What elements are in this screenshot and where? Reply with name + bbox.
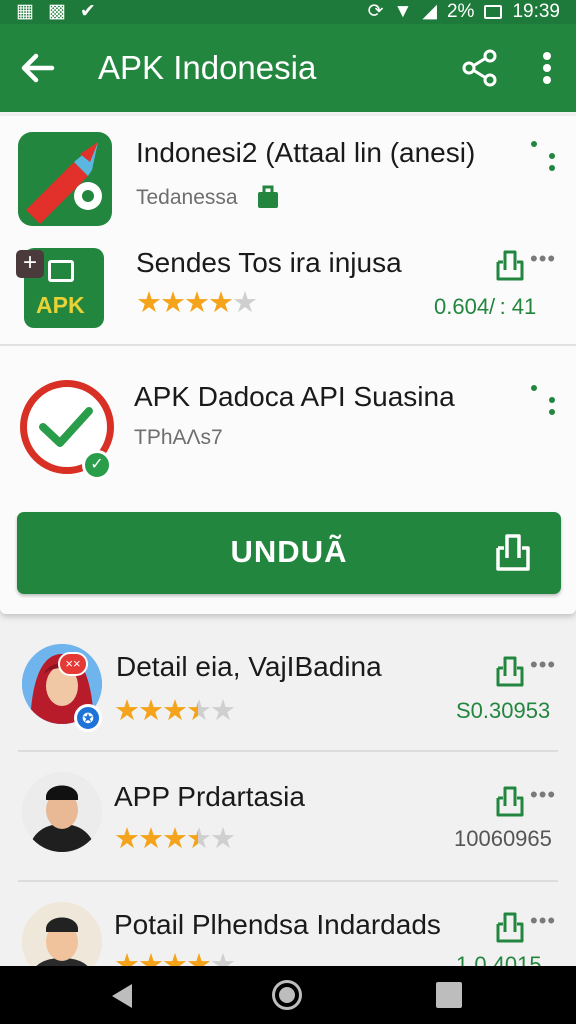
overflow-dots-icon[interactable]: ••• — [530, 652, 556, 678]
app-icon[interactable] — [18, 132, 112, 226]
download-bag-icon[interactable] — [494, 248, 526, 282]
star-icon: ★ — [162, 823, 188, 855]
detail-item-title: APK Dadoca API Suasina — [134, 381, 455, 412]
app-bar: APK Indonesia — [0, 24, 576, 112]
star-icon: ★ — [136, 287, 162, 319]
download-bag-icon[interactable] — [494, 910, 526, 944]
list-item-rating: ★ ★ ★ ★ ★ — [114, 823, 236, 855]
share-icon[interactable] — [460, 48, 500, 88]
rocket-icon — [26, 142, 102, 224]
list-item-value: S0.30953 — [456, 698, 551, 723]
star-icon: ★ — [208, 287, 234, 319]
clock: 19:39 — [512, 0, 560, 22]
apk-icon-label: APK — [36, 292, 85, 318]
apk-item-rating: ★ ★ ★ ★ ★ — [136, 287, 258, 319]
signal-icon: ◢ — [422, 1, 437, 22]
star-icon: ★ — [162, 695, 188, 727]
star-icon: ★ — [210, 823, 236, 855]
download-button-label: UNDUÃ — [230, 534, 348, 569]
download-bag-icon — [496, 534, 530, 571]
more-vert-icon[interactable] — [530, 46, 564, 90]
download-bag-icon[interactable] — [494, 784, 526, 818]
nav-home-icon[interactable] — [272, 980, 302, 1010]
nav-back-icon[interactable] — [108, 982, 136, 1010]
developer-badge-icon — [258, 185, 278, 208]
star-icon: ★ — [232, 287, 258, 319]
notification-icon: ▩ — [47, 1, 66, 22]
star-icon: ★ — [114, 823, 140, 855]
avatar[interactable] — [22, 772, 102, 852]
apk-item-version: 0.604/ : 41 — [434, 294, 537, 319]
sync-icon: ⟳ — [367, 1, 384, 22]
star-icon: ★ — [184, 287, 210, 319]
notification-icon: ▦ — [16, 1, 34, 22]
list-item-title: Detail eia, VajIBadina — [116, 651, 382, 682]
star-icon: ★ — [210, 695, 236, 727]
wifi-icon: ▼ — [393, 0, 413, 22]
navigation-bar — [0, 966, 576, 1024]
star-icon: ★ — [114, 695, 140, 727]
list-item-title: Potail Plhendsa Indardads — [114, 909, 441, 940]
avatar-image — [22, 772, 102, 852]
featured-title: Indonesi2 (Attaal lin (anesi) — [136, 137, 476, 168]
battery-text: 2% — [446, 0, 475, 22]
star-icon: ★ — [186, 823, 212, 855]
star-icon: ★ — [160, 287, 186, 319]
apk-frame — [48, 260, 74, 282]
verified-icon: ✪ — [74, 704, 102, 732]
back-arrow-icon[interactable] — [16, 46, 60, 90]
notification-icon: ✔ — [79, 1, 96, 22]
verified-icon: ✓ — [82, 450, 112, 480]
featured-developer: Tedanessa — [136, 186, 238, 209]
status-bar: ▦ ▩ ✔ ⟳ ▼ ◢ 2% 19:39 — [0, 0, 576, 24]
item-menu-icon[interactable] — [528, 382, 558, 422]
overflow-dots-icon[interactable]: ••• — [530, 782, 556, 808]
list-item-rating: ★ ★ ★ ★ ★ — [114, 695, 236, 727]
notification-badge: ×× — [58, 652, 88, 676]
download-bag-icon[interactable] — [494, 654, 526, 688]
list-item-value: 10060965 — [454, 826, 552, 851]
star-icon: ★ — [138, 695, 164, 727]
list-item-title: APP Prdartasia — [114, 781, 305, 812]
star-icon: ★ — [186, 695, 212, 727]
add-icon[interactable]: + — [16, 250, 44, 278]
featured-card: Indonesi2 (Attaal lin (anesi) Tedanessa … — [0, 116, 576, 614]
divider — [0, 344, 576, 346]
overflow-dots-icon[interactable]: ••• — [530, 908, 556, 934]
item-menu-icon[interactable] — [528, 138, 558, 178]
battery-icon — [484, 4, 503, 19]
page-title: APK Indonesia — [98, 49, 317, 86]
apk-item-title: Sendes Tos ira injusa — [136, 247, 402, 278]
download-button[interactable]: UNDUÃ — [17, 512, 561, 594]
overflow-dots-icon[interactable]: ••• — [530, 246, 556, 272]
divider — [18, 880, 558, 882]
nav-recents-icon[interactable] — [436, 982, 462, 1008]
star-icon: ★ — [138, 823, 164, 855]
detail-item-subtitle: TPhAΛs7 — [134, 426, 223, 449]
divider — [18, 750, 558, 752]
